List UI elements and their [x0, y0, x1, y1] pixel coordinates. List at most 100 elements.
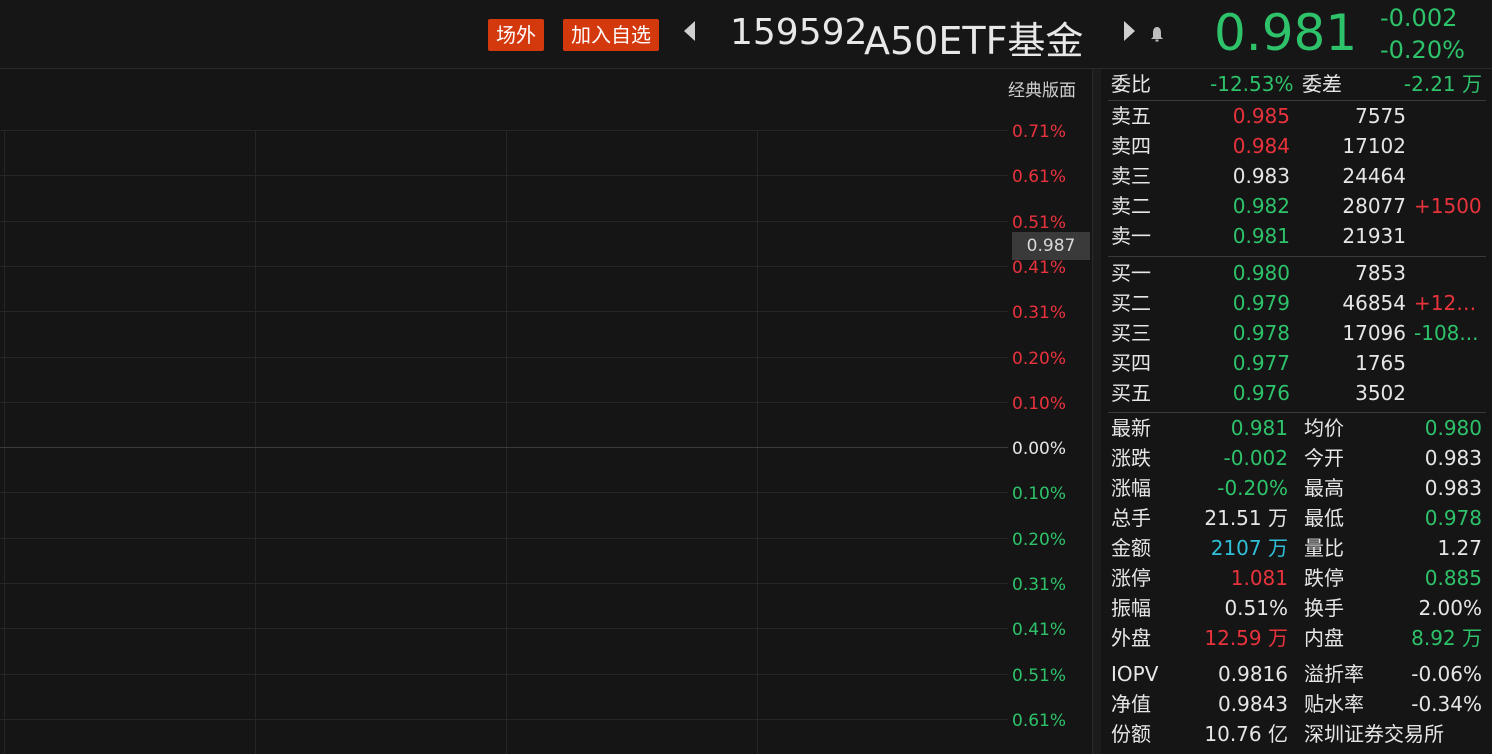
order-level-label: 卖二: [1111, 194, 1151, 218]
order-level-delta: +1500: [1414, 194, 1482, 218]
order-level-price: 0.980: [1232, 261, 1290, 285]
stat-value: 1.081: [1230, 566, 1288, 590]
stat-label: 净值: [1111, 692, 1151, 716]
stock-name: A50ETF基金: [864, 19, 1084, 63]
order-level-label: 买二: [1111, 291, 1151, 315]
stat-value: 8.92 万: [1411, 626, 1482, 650]
order-level-label: 买一: [1111, 261, 1151, 285]
stat-label: 涨跌: [1111, 446, 1151, 470]
grid-line: [0, 628, 1008, 629]
order-level-label: 买四: [1111, 351, 1151, 375]
stat-value: 0.981: [1230, 416, 1288, 440]
stat-value: 2107 万: [1210, 536, 1288, 560]
add-to-watchlist-button[interactable]: 加入自选: [563, 19, 659, 51]
order-level-delta: -108...: [1414, 321, 1479, 345]
grid-line: [255, 130, 256, 754]
axis-pct-label: 0.00%: [1012, 439, 1067, 459]
stat-label: 贴水率: [1304, 692, 1364, 716]
stat-label: IOPV: [1111, 662, 1159, 686]
grid-line: [0, 402, 1008, 403]
quote-header: 场外 加入自选 159592 A50ETF基金 0.981 -0.002 -0.…: [0, 0, 1492, 69]
stat-label: 均价: [1304, 416, 1344, 440]
axis-pct-label: 0.31%: [1012, 303, 1067, 323]
stat-value: 0.980: [1424, 416, 1482, 440]
order-level-volume: 7575: [1355, 104, 1406, 128]
stat-label: 最低: [1304, 506, 1344, 530]
axis-pct-label: 0.41%: [1012, 620, 1067, 640]
order-level-price: 0.981: [1232, 224, 1290, 248]
last-price: 0.981: [1214, 4, 1358, 62]
order-level-price: 0.984: [1232, 134, 1290, 158]
grid-line: [0, 221, 1008, 222]
axis-pct-label: 0.51%: [1012, 213, 1067, 233]
axis-pct-label: 0.20%: [1012, 530, 1067, 550]
grid-line: [0, 266, 1008, 267]
axis-pct-label: 0.61%: [1012, 167, 1067, 187]
wei-bi-label: 委比: [1111, 72, 1151, 96]
order-level-label: 卖三: [1111, 164, 1151, 188]
stat-label: 换手: [1304, 596, 1344, 620]
stat-label: 今开: [1304, 446, 1344, 470]
order-level-volume: 28077: [1342, 194, 1406, 218]
stat-label: 份额: [1111, 722, 1151, 746]
order-level-price: 0.985: [1232, 104, 1290, 128]
stat-label: 外盘: [1111, 626, 1151, 650]
bell-icon[interactable]: [1150, 26, 1164, 42]
order-level-volume: 17096: [1342, 321, 1406, 345]
stat-label: 跌停: [1304, 566, 1344, 590]
wei-cha-label: 委差: [1302, 72, 1342, 96]
order-level-price: 0.982: [1232, 194, 1290, 218]
grid-line: [0, 447, 1008, 448]
stat-label: 最新: [1111, 416, 1151, 440]
order-level-volume: 3502: [1355, 381, 1406, 405]
stat-label: 振幅: [1111, 596, 1151, 620]
grid-line: [0, 357, 1008, 358]
stat-value: 10.76 亿: [1204, 722, 1288, 746]
stat-value: 0.9816: [1218, 662, 1288, 686]
axis-pct-label: 0.31%: [1012, 575, 1067, 595]
axis-pct-label: 0.61%: [1012, 711, 1067, 731]
stat-label: 涨幅: [1111, 476, 1151, 500]
prev-stock-icon[interactable]: [684, 21, 695, 41]
order-level-label: 买三: [1111, 321, 1151, 345]
stat-label: 总手: [1111, 506, 1151, 530]
order-level-price: 0.979: [1232, 291, 1290, 315]
price-change: -0.002: [1380, 4, 1458, 32]
classic-layout-toggle[interactable]: 经典版面: [1008, 76, 1076, 101]
order-level-label: 卖五: [1111, 104, 1151, 128]
order-level-volume: 46854: [1342, 291, 1406, 315]
stat-value: -0.34%: [1411, 692, 1482, 716]
stat-label: 量比: [1304, 536, 1344, 560]
separator: [1108, 100, 1486, 101]
order-level-volume: 7853: [1355, 261, 1406, 285]
stat-value: 0.978: [1424, 506, 1482, 530]
panel-divider[interactable]: [1092, 69, 1101, 754]
order-level-delta: +123...: [1414, 291, 1486, 315]
stat-label: 深圳证券交易所: [1304, 722, 1444, 746]
stat-value: 0.885: [1424, 566, 1482, 590]
current-price-tag: 0.987: [1012, 232, 1090, 260]
order-level-volume: 21931: [1342, 224, 1406, 248]
stat-label: 最高: [1304, 476, 1344, 500]
stat-value: -0.06%: [1411, 662, 1482, 686]
next-stock-icon[interactable]: [1124, 21, 1135, 41]
axis-pct-label: 0.41%: [1012, 258, 1067, 278]
stat-value: -0.20%: [1217, 476, 1288, 500]
grid-line: [0, 492, 1008, 493]
stat-label: 内盘: [1304, 626, 1344, 650]
stock-code: 159592: [730, 12, 868, 53]
grid-line: [0, 130, 1008, 131]
order-level-price: 0.977: [1232, 351, 1290, 375]
stat-value: -0.002: [1223, 446, 1288, 470]
offsite-button[interactable]: 场外: [488, 19, 544, 51]
stat-value: 21.51 万: [1204, 506, 1288, 530]
stat-value: 2.00%: [1418, 596, 1482, 620]
stat-value: 0.983: [1424, 476, 1482, 500]
grid-line: [4, 130, 5, 754]
order-level-price: 0.976: [1232, 381, 1290, 405]
grid-line: [757, 130, 758, 754]
grid-line: [0, 175, 1008, 176]
wei-cha-value: -2.21 万: [1403, 72, 1482, 96]
grid-line: [0, 311, 1008, 312]
stat-value: 0.9843: [1218, 692, 1288, 716]
